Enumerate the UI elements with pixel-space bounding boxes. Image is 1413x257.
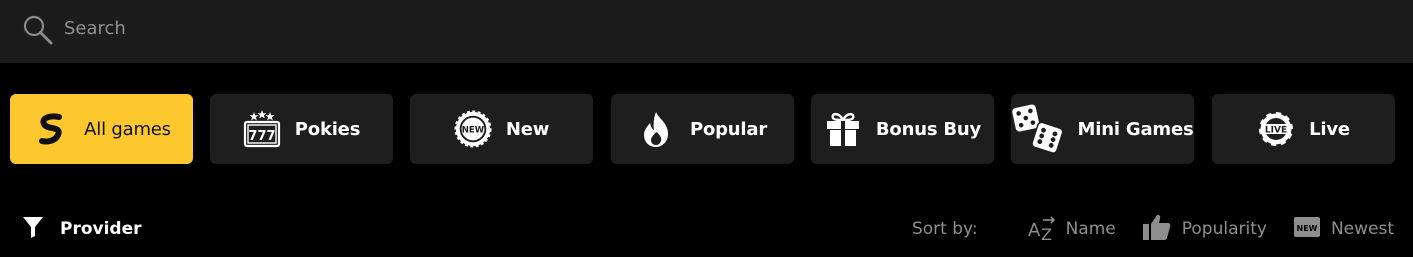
all-games-icon [32, 110, 70, 148]
tab-label: Pokies [294, 118, 361, 140]
gift-icon [824, 110, 862, 148]
tab-label: All games [84, 118, 171, 140]
svg-text:NEW: NEW [462, 125, 485, 135]
search-icon[interactable] [22, 14, 54, 46]
tab-label: Live [1309, 118, 1350, 140]
sort-newest-option[interactable]: NEW Newest [1293, 216, 1394, 243]
tab-live[interactable]: LIVE Live [1212, 94, 1395, 164]
thumbs-up-icon [1142, 213, 1172, 246]
sort-by-label: Sort by: [911, 219, 978, 239]
tab-label: Popular [689, 118, 768, 140]
flame-icon [638, 110, 676, 148]
svg-text:LIVE: LIVE [1265, 126, 1287, 136]
svg-text:A: A [1028, 220, 1041, 241]
sort-controls: Sort by: A Z Name Popularity NEW Newest [912, 214, 1394, 244]
dice-icon [1011, 103, 1064, 155]
sort-popularity-option[interactable]: Popularity [1142, 213, 1267, 246]
search-bar [0, 0, 1413, 63]
tab-label: Bonus Buy [875, 118, 982, 140]
tab-bonus-buy[interactable]: Bonus Buy [811, 94, 994, 164]
tab-all-games[interactable]: All games [10, 94, 193, 164]
provider-filter-button[interactable]: Provider [22, 216, 142, 242]
search-input[interactable] [64, 16, 664, 40]
filter-funnel-icon [22, 215, 44, 244]
tab-new[interactable]: NEW New [410, 94, 593, 164]
tab-label: Mini Games [1077, 118, 1194, 140]
sort-name-option[interactable]: A Z Name [1028, 213, 1116, 246]
svg-text:Z: Z [1041, 225, 1052, 241]
slot-machine-icon: 777 [243, 110, 281, 148]
tab-mini-games[interactable]: Mini Games [1011, 94, 1194, 164]
sort-option-label: Popularity [1181, 219, 1267, 239]
tab-label: New [505, 118, 550, 140]
live-chip-icon: LIVE [1257, 110, 1295, 148]
svg-text:NEW: NEW [1296, 224, 1317, 233]
category-tabs: All games 777 Pokies NEW New Popular Bon… [10, 94, 1400, 164]
sort-option-label: Newest [1330, 219, 1394, 239]
tab-popular[interactable]: Popular [611, 94, 794, 164]
az-sort-icon: A Z [1028, 213, 1056, 246]
tab-pokies[interactable]: 777 Pokies [210, 94, 393, 164]
provider-label: Provider [60, 219, 142, 239]
sort-option-label: Name [1065, 219, 1116, 239]
new-badge-icon: NEW [454, 110, 492, 148]
new-tag-icon: NEW [1293, 216, 1321, 243]
svg-text:777: 777 [248, 129, 275, 144]
